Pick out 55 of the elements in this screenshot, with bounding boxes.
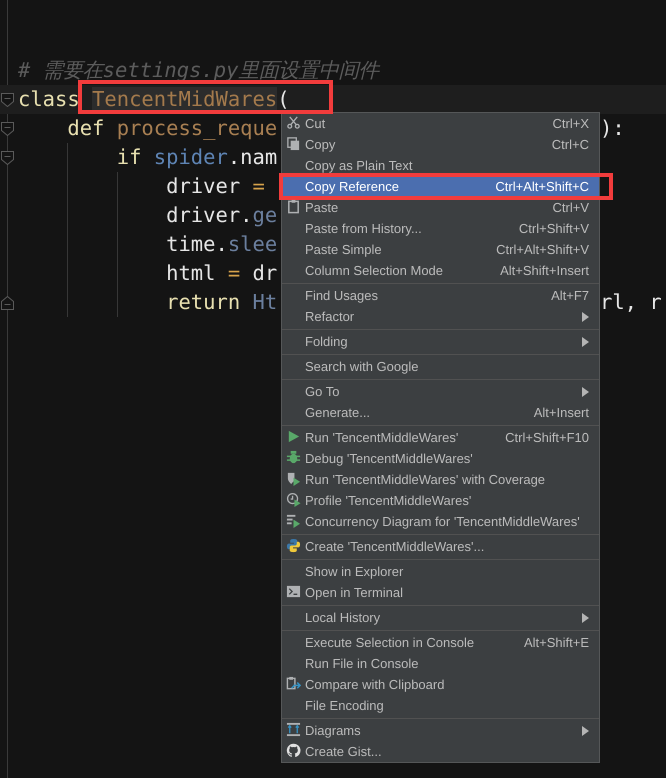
code-line: if spider.nam: [116, 144, 278, 171]
code-line: return Ht: [165, 289, 278, 316]
bug-icon: [286, 450, 301, 464]
menu-item[interactable]: Column Selection Mode Alt+Shift+Insert: [282, 260, 599, 281]
menu-item[interactable]: Run File in Console: [282, 653, 599, 674]
menu-item[interactable]: Find Usages Alt+F7: [282, 285, 599, 306]
menu-item[interactable]: Run 'TencentMiddleWares' Ctrl+Shift+F10: [282, 427, 599, 448]
bars-play-icon: [286, 512, 301, 528]
menu-item[interactable]: Local History: [282, 607, 599, 628]
menu-item[interactable]: Folding: [282, 331, 599, 352]
menu-item[interactable]: Profile 'TencentMiddleWares': [282, 490, 599, 511]
code-line: driver =: [165, 173, 265, 200]
menu-item[interactable]: Paste Ctrl+V: [282, 197, 599, 218]
menu-item[interactable]: Create Gist...: [282, 741, 599, 762]
menu-item[interactable]: Paste Simple Ctrl+Alt+Shift+V: [282, 239, 599, 260]
shield-play-icon: [286, 470, 301, 486]
menu-item[interactable]: Go To: [282, 381, 599, 402]
clipboard-compare-icon: [286, 676, 301, 690]
code-line: def process_reque: [66, 115, 278, 142]
menu-item[interactable]: Open in Terminal: [282, 582, 599, 603]
menu-item[interactable]: Paste from History... Ctrl+Shift+V: [282, 218, 599, 239]
menu-item[interactable]: Cut Ctrl+X: [282, 113, 599, 134]
menu-item[interactable]: Execute Selection in Console Alt+Shift+E: [282, 632, 599, 653]
menu-item[interactable]: Copy Ctrl+C: [282, 134, 599, 155]
fold-icon[interactable]: [1, 296, 14, 310]
terminal-icon: [286, 584, 301, 598]
menu-item[interactable]: Create 'TencentMiddleWares'...: [282, 536, 599, 557]
menu-item[interactable]: Copy as Plain Text: [282, 155, 599, 176]
play-icon: [286, 428, 301, 444]
menu-item[interactable]: Refactor: [282, 306, 599, 327]
menu-item[interactable]: Concurrency Diagram for 'TencentMiddleWares': [282, 511, 599, 532]
clipboard-icon: [286, 198, 301, 214]
code-line: html = dr: [165, 260, 278, 287]
fold-icon[interactable]: [1, 151, 14, 165]
diagram-icon: [286, 722, 301, 736]
code-line: driver.ge: [165, 202, 278, 229]
code-line: time.slee: [165, 231, 278, 258]
menu-item[interactable]: Search with Google: [282, 356, 599, 377]
code-fragment: rl, r: [600, 289, 663, 316]
menu-item[interactable]: Generate... Alt+Insert: [282, 402, 599, 423]
menu-item[interactable]: Show in Explorer: [282, 561, 599, 582]
code-fragment: ):: [600, 115, 626, 142]
menu-item[interactable]: Debug 'TencentMiddleWares': [282, 448, 599, 469]
scissors-icon: [286, 114, 301, 130]
github-icon: [286, 742, 301, 758]
copy-icon: [286, 136, 301, 150]
code-line: # 需要在settings.py里面设置中间件: [18, 57, 378, 84]
python-logo-icon: [286, 538, 301, 552]
menu-item[interactable]: Diagrams: [282, 720, 599, 741]
fold-icon[interactable]: [1, 122, 14, 136]
clock-play-icon: [286, 492, 301, 506]
menu-item[interactable]: Run 'TencentMiddleWares' with Coverage: [282, 469, 599, 490]
fold-icon[interactable]: [1, 93, 14, 107]
menu-item[interactable]: File Encoding: [282, 695, 599, 716]
menu-item[interactable]: Compare with Clipboard: [282, 674, 599, 695]
